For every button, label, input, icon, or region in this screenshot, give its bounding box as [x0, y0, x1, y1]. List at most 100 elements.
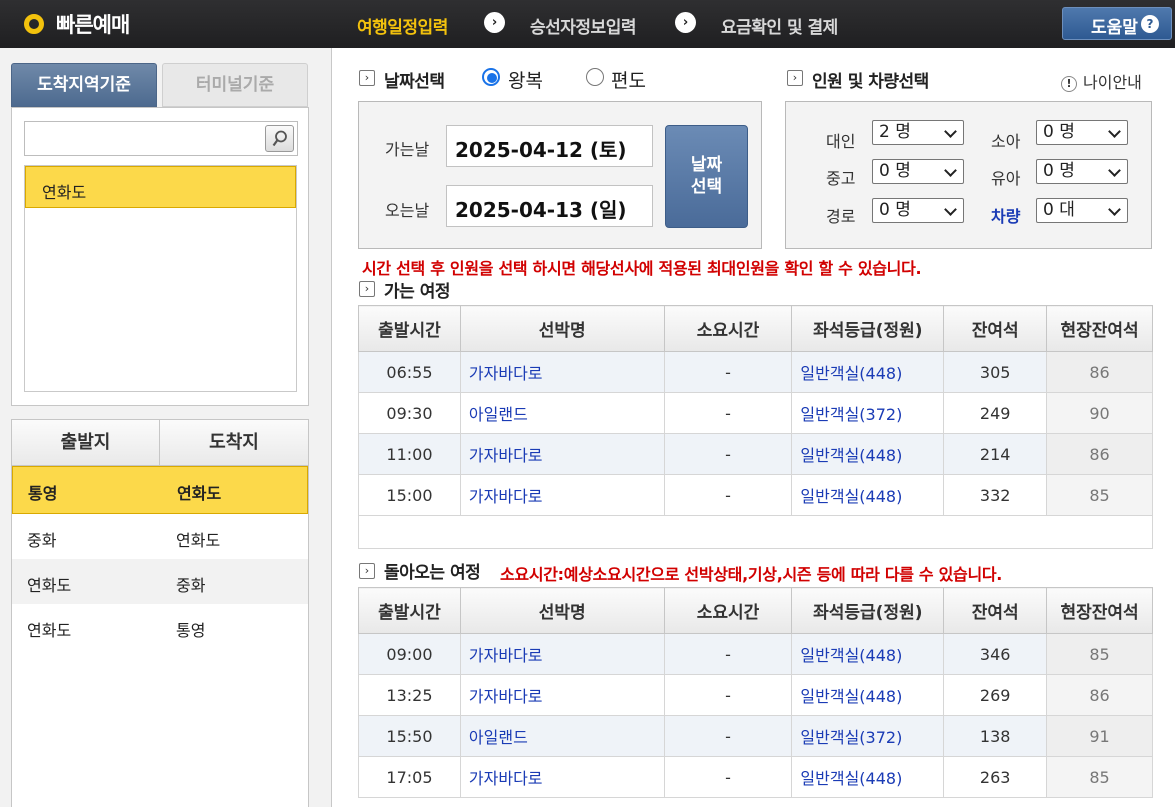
cell-seat[interactable]: 일반객실(448) [791, 474, 945, 516]
cell-seat[interactable]: 일반객실(448) [791, 674, 945, 716]
col-duration: 소요시간 [663, 305, 793, 352]
cell-time: 09:00 [358, 633, 461, 675]
search-button[interactable] [265, 125, 294, 152]
child-select[interactable]: 0 명 [1036, 120, 1128, 145]
cell-ship[interactable]: 가자바다로 [459, 633, 665, 675]
route-from: 중화 [27, 531, 57, 550]
cell-ship[interactable]: 가자바다로 [459, 474, 665, 516]
question-icon: ? [1141, 15, 1159, 33]
route-table-header: 출발지 도착지 [12, 420, 308, 466]
col-departure-time: 출발시간 [358, 305, 461, 352]
cell-duration: - [663, 392, 793, 434]
table-row[interactable]: 06:55 가자바다로 - 일반객실(448) 305 86 [358, 351, 1153, 393]
return-date-label: 오는날 [385, 201, 430, 220]
cell-remaining: 138 [943, 715, 1048, 757]
exclamation-icon: ! [1061, 76, 1077, 92]
one-way-radio[interactable] [586, 68, 604, 86]
cell-ship[interactable]: 아일랜드 [459, 715, 665, 757]
cell-seat[interactable]: 일반객실(372) [791, 392, 945, 434]
age-info-link[interactable]: ! 나이안내 [1061, 69, 1142, 93]
col-ship-name: 선박명 [459, 305, 665, 352]
step-arrow-icon: › [484, 12, 505, 33]
infant-select[interactable]: 0 명 [1036, 159, 1128, 184]
table-row[interactable]: 09:00 가자바다로 - 일반객실(448) 346 85 [358, 633, 1153, 675]
route-from: 연화도 [27, 621, 72, 640]
adult-label: 대인 [826, 132, 856, 151]
col-seat-class: 좌석등급(정원) [791, 587, 945, 634]
cell-remaining: 332 [943, 474, 1048, 516]
help-button[interactable]: 도움말 ? [1062, 7, 1172, 40]
go-date-field[interactable]: 2025-04-12 (토) [446, 125, 653, 167]
cell-time: 06:55 [358, 351, 461, 393]
cell-time: 11:00 [358, 433, 461, 475]
step-payment: 요금확인 및 결제 [721, 18, 838, 38]
date-box: 가는날 2025-04-12 (토) 오는날 2025-04-13 (일) 날짜… [358, 101, 762, 249]
inbound-table: 출발시간 선박명 소요시간 좌석등급(정원) 잔여석 현장잔여석 09:00 가… [358, 587, 1153, 798]
cell-seat[interactable]: 일반객실(448) [791, 633, 945, 675]
cell-onsite: 91 [1046, 715, 1153, 757]
col-onsite-remaining: 현장잔여석 [1046, 305, 1153, 352]
one-way-label[interactable]: 편도 [611, 66, 646, 93]
notice-max-passengers: 시간 선택 후 인원을 선택 하시면 해당선사에 적용된 최대인원을 확인 할 … [362, 259, 922, 278]
route-row[interactable]: 연화도 통영 [12, 604, 308, 649]
cell-ship[interactable]: 가자바다로 [459, 756, 665, 798]
return-date-field[interactable]: 2025-04-13 (일) [446, 185, 653, 227]
outbound-header-row: 출발시간 선박명 소요시간 좌석등급(정원) 잔여석 현장잔여석 [358, 305, 1153, 352]
col-departure: 출발지 [12, 420, 160, 465]
passenger-box: 대인 2 명 소아 0 명 중고 0 명 유아 0 명 경로 0 명 차량 0 … [785, 101, 1152, 249]
step-arrow-icon: › [675, 12, 696, 33]
cell-ship[interactable]: 아일랜드 [459, 392, 665, 434]
inbound-header-row: 출발시간 선박명 소요시간 좌석등급(정원) 잔여석 현장잔여석 [358, 587, 1153, 634]
cell-onsite: 90 [1046, 392, 1153, 434]
route-table: 출발지 도착지 통영 연화도 중화 연화도 연화도 중화 연화도 통영 [11, 419, 309, 807]
route-to: 연화도 [177, 484, 222, 503]
route-to: 통영 [176, 621, 206, 640]
col-onsite-remaining: 현장잔여석 [1046, 587, 1153, 634]
help-label: 도움말 [1091, 18, 1138, 38]
table-row[interactable]: 15:00 가자바다로 - 일반객실(448) 332 85 [358, 474, 1153, 516]
col-seat-class: 좌석등급(정원) [791, 305, 945, 352]
pax-section-title: 인원 및 차량선택 [812, 72, 929, 92]
cell-seat[interactable]: 일반객실(448) [791, 756, 945, 798]
infant-label: 유아 [991, 169, 1021, 188]
cell-seat[interactable]: 일반객실(448) [791, 433, 945, 475]
tab-destination-area[interactable]: 도착지역기준 [11, 63, 157, 107]
route-from: 통영 [28, 484, 58, 503]
table-row[interactable]: 11:00 가자바다로 - 일반객실(448) 214 86 [358, 433, 1153, 475]
cell-time: 09:30 [358, 392, 461, 434]
left-panel: 도착지역기준 터미널기준 연화도 출발지 도착지 통영 연화도 중화 연화도 연… [0, 48, 332, 807]
tab-terminal[interactable]: 터미널기준 [162, 63, 308, 107]
search-icon [272, 130, 287, 147]
table-row[interactable]: 17:05 가자바다로 - 일반객실(448) 263 85 [358, 756, 1153, 798]
cell-onsite: 85 [1046, 474, 1153, 516]
outbound-table: 출발시간 선박명 소요시간 좌석등급(정원) 잔여석 현장잔여석 06:55 가… [358, 305, 1153, 549]
cell-remaining: 263 [943, 756, 1048, 798]
table-row[interactable]: 15:50 아일랜드 - 일반객실(372) 138 91 [358, 715, 1153, 757]
select-date-button[interactable]: 날짜 선택 [665, 125, 748, 228]
route-to: 중화 [176, 576, 206, 595]
round-trip-label[interactable]: 왕복 [508, 66, 543, 93]
cell-ship[interactable]: 가자바다로 [459, 433, 665, 475]
table-row[interactable]: 13:25 가자바다로 - 일반객실(448) 269 86 [358, 674, 1153, 716]
route-row[interactable]: 통영 연화도 [12, 466, 308, 514]
step-passenger-info: 승선자정보입력 [530, 18, 636, 38]
route-to: 연화도 [176, 531, 221, 550]
table-row[interactable]: 09:30 아일랜드 - 일반객실(372) 249 90 [358, 392, 1153, 434]
col-departure-time: 출발시간 [358, 587, 461, 634]
round-trip-radio[interactable] [482, 68, 500, 86]
destination-search-input[interactable] [24, 121, 298, 156]
cell-ship[interactable]: 가자바다로 [459, 351, 665, 393]
route-row[interactable]: 중화 연화도 [12, 514, 308, 559]
senior-select[interactable]: 0 명 [872, 198, 964, 223]
section-arrow-icon: › [359, 563, 375, 579]
cell-seat[interactable]: 일반객실(448) [791, 351, 945, 393]
cell-seat[interactable]: 일반객실(372) [791, 715, 945, 757]
destination-item[interactable]: 연화도 [25, 166, 296, 208]
select-date-label-2: 선택 [690, 177, 723, 197]
route-row[interactable]: 연화도 중화 [12, 559, 308, 604]
vehicle-select[interactable]: 0 대 [1036, 198, 1128, 223]
cell-ship[interactable]: 가자바다로 [459, 674, 665, 716]
top-header: 빠른예매 여행일정입력 › 승선자정보입력 › 요금확인 및 결제 도움말 ? [0, 0, 1175, 48]
student-select[interactable]: 0 명 [872, 159, 964, 184]
adult-select[interactable]: 2 명 [872, 120, 964, 145]
